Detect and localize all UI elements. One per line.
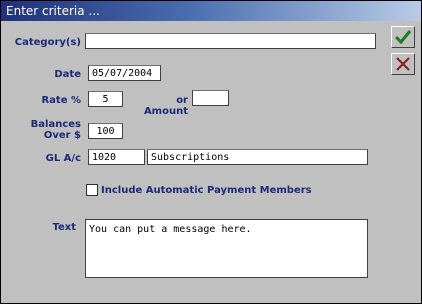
amount-label: or Amount [143, 95, 188, 117]
criteria-dialog: Enter criteria ... Category(s) Date 05/0… [0, 0, 422, 304]
balances-label-line2: Over $ [43, 130, 81, 141]
text-label: Text [52, 222, 76, 233]
category-label: Category(s) [14, 37, 81, 48]
balances-label: Balances Over $ [7, 119, 81, 141]
dialog-title: Enter criteria ... [6, 4, 100, 18]
message-textarea[interactable]: You can put a message here. [85, 219, 368, 278]
ok-button[interactable] [391, 26, 415, 48]
amount-input[interactable] [192, 90, 229, 106]
date-input[interactable]: 05/07/2004 [88, 65, 161, 81]
date-label: Date [54, 69, 81, 80]
gl-code-input[interactable]: 1020 [88, 149, 145, 165]
rate-label: Rate % [41, 95, 81, 106]
auto-payment-label[interactable]: Include Automatic Payment Members [101, 185, 312, 196]
auto-payment-checkbox[interactable] [86, 184, 98, 196]
gl-label: GL A/c [45, 153, 81, 164]
check-icon [394, 30, 412, 45]
x-icon [396, 57, 410, 71]
cancel-button[interactable] [391, 53, 415, 75]
rate-input[interactable]: 5 [88, 91, 123, 107]
balances-label-line1: Balances [30, 119, 81, 130]
category-input[interactable] [85, 33, 376, 49]
title-bar[interactable]: Enter criteria ... [1, 1, 421, 21]
gl-name-input[interactable]: Subscriptions [147, 149, 368, 165]
balances-input[interactable]: 100 [88, 123, 123, 139]
